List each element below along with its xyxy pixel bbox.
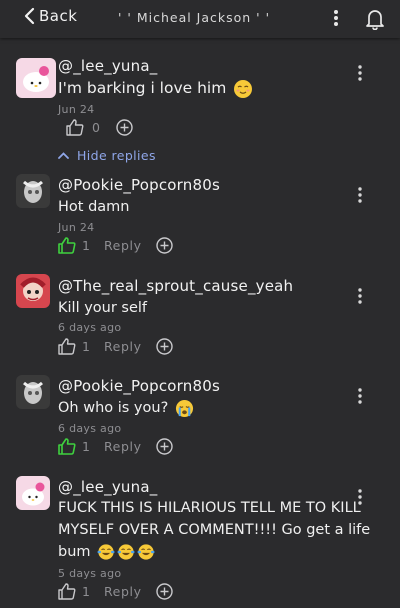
back-button[interactable]: Back	[24, 7, 77, 25]
avatar[interactable]	[16, 476, 50, 510]
reply-date: Jun 24	[58, 221, 95, 234]
reply-button[interactable]: Reply	[104, 238, 142, 253]
add-reaction-icon[interactable]	[155, 438, 173, 455]
reply-options-icon[interactable]	[356, 287, 364, 309]
add-reaction-icon[interactable]	[155, 237, 173, 254]
reply-options-icon[interactable]	[356, 387, 364, 409]
reply-text: Kill your self	[58, 300, 148, 316]
page-title: ' ' Micheal Jackson ' '	[118, 10, 271, 25]
reply-actions: 1 Reply	[58, 338, 173, 355]
relieved-face-icon	[234, 79, 253, 98]
like-count: 1	[82, 339, 90, 354]
chevron-left-icon	[24, 7, 35, 25]
like-count: 1	[82, 439, 90, 454]
reply-button[interactable]: Reply	[104, 439, 142, 454]
reply-button[interactable]: Reply	[104, 339, 142, 354]
thumbs-up-icon[interactable]	[58, 237, 76, 254]
comment-actions: 0	[66, 119, 133, 136]
avatar[interactable]	[16, 174, 50, 208]
bell-icon[interactable]	[365, 8, 385, 34]
comment-text: I'm barking i love him	[58, 77, 358, 99]
comment-date: Jun 24	[58, 103, 95, 116]
avatar[interactable]	[16, 274, 50, 308]
reply-actions: 1 Reply	[58, 438, 173, 455]
reply-button[interactable]: Reply	[104, 584, 142, 599]
reply-actions: 1 Reply	[58, 237, 173, 254]
comment-options-icon[interactable]	[356, 64, 364, 86]
comment-username[interactable]: @_lee_yuna_	[58, 57, 157, 75]
thumbs-up-icon[interactable]	[58, 338, 76, 355]
thumbs-up-icon[interactable]	[58, 438, 76, 455]
thumbs-up-icon[interactable]	[66, 119, 84, 136]
tears-of-joy-icon	[137, 544, 155, 560]
like-count: 1	[82, 584, 90, 599]
tears-of-joy-icon	[97, 544, 115, 560]
add-reaction-icon[interactable]	[155, 338, 173, 355]
tears-of-joy-icon	[117, 544, 135, 560]
add-reaction-icon[interactable]	[155, 583, 173, 600]
reply-text: Hot damn	[58, 199, 130, 215]
reply-actions: 1 Reply	[58, 583, 173, 600]
reply-username[interactable]: @Pookie_Popcorn80s	[58, 377, 220, 395]
reply-date: 6 days ago	[58, 321, 122, 334]
like-count: 0	[92, 120, 100, 135]
reply-text: FUCK THIS IS HILARIOUS TELL ME TO KILL M…	[58, 500, 371, 560]
reply-date: 6 days ago	[58, 422, 122, 435]
avatar[interactable]	[16, 58, 56, 98]
reply-text: Oh who is you?	[58, 397, 358, 419]
reply-username[interactable]: @Pookie_Popcorn80s	[58, 176, 220, 194]
reply-options-icon[interactable]	[356, 488, 364, 510]
reply-username[interactable]: @The_real_sprout_cause_yeah	[58, 277, 293, 295]
hide-replies-button[interactable]: Hide replies	[58, 148, 156, 163]
thumbs-up-icon[interactable]	[58, 583, 76, 600]
top-bar: Back ' ' Micheal Jackson ' '	[0, 0, 400, 38]
more-options-icon[interactable]	[329, 8, 343, 32]
chevron-up-icon	[58, 152, 69, 159]
reply-options-icon[interactable]	[356, 186, 364, 208]
crying-face-icon	[175, 399, 193, 417]
reply-date: 5 days ago	[58, 567, 122, 580]
like-count: 1	[82, 238, 90, 253]
reply-username[interactable]: @_lee_yuna_	[58, 478, 157, 496]
avatar[interactable]	[16, 375, 50, 409]
add-reaction-icon[interactable]	[116, 119, 133, 136]
back-label: Back	[39, 7, 78, 25]
